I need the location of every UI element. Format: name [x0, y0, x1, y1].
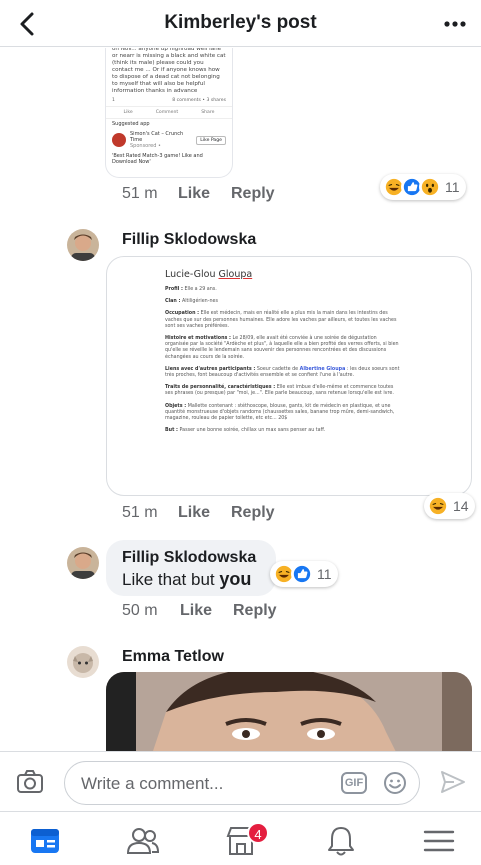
- send-icon[interactable]: [440, 770, 466, 794]
- friends-icon[interactable]: [126, 824, 160, 858]
- comment-like-button[interactable]: Like: [178, 185, 210, 203]
- avatar[interactable]: [67, 229, 99, 261]
- suggested-game: Simon's Cat – Crunch Time Sponsored • Li…: [106, 129, 232, 151]
- game-description: 'Best Rated Match-3 game! Like and Downl…: [112, 153, 203, 165]
- top-bar: Kimberley's post: [0, 0, 481, 47]
- shared-post-image[interactable]: an old lurcher who was looking for home …: [105, 48, 233, 178]
- shared-post-stats: 1 8 comments • 3 shares: [106, 98, 232, 103]
- comment-author[interactable]: Fillip Sklodowska: [122, 549, 256, 567]
- reaction-count: 14: [453, 498, 469, 514]
- comment-reply-button[interactable]: Reply: [233, 602, 277, 620]
- menu-icon[interactable]: [422, 824, 456, 858]
- comment-like-button[interactable]: Like: [180, 602, 212, 620]
- comment-bubble[interactable]: Fillip Sklodowska Like that but you: [106, 540, 276, 596]
- more-options-icon[interactable]: [441, 10, 469, 38]
- news-feed-icon[interactable]: [28, 824, 62, 858]
- game-logo: [112, 133, 126, 147]
- gif-frame: [106, 672, 472, 751]
- document-image[interactable]: Lucie-Glou Gloupa Profil : Elle a 29 ans…: [106, 256, 472, 496]
- comment-text: Like that but you: [122, 569, 252, 589]
- avatar[interactable]: [67, 547, 99, 579]
- document-title-last: Gloupa: [218, 269, 253, 280]
- comment-time: 51 m: [122, 185, 158, 202]
- comment-input[interactable]: Write a comment... GIF: [64, 761, 420, 805]
- suggested-app-label: Suggested app: [112, 121, 150, 127]
- page-title: Kimberley's post: [164, 12, 317, 33]
- comment-reactions[interactable]: 11: [270, 561, 338, 587]
- comment-author[interactable]: Emma Tetlow: [122, 648, 224, 666]
- comment-composer: Write a comment... GIF: [0, 751, 481, 811]
- comment-reactions[interactable]: 14: [424, 493, 475, 519]
- comment-input-placeholder: Write a comment...: [81, 774, 224, 793]
- comment-reply-button[interactable]: Reply: [231, 504, 275, 522]
- game-like-page-button: Like Page: [196, 135, 226, 145]
- shared-post-text: an old lurcher who was looking for home …: [112, 48, 226, 94]
- notifications-bell-icon[interactable]: [324, 824, 358, 858]
- comment-time: 50 m: [122, 602, 158, 619]
- comment-reply-button[interactable]: Reply: [231, 185, 275, 203]
- like-reaction-icon: [291, 563, 313, 585]
- comment-like-button[interactable]: Like: [178, 504, 210, 522]
- shared-post-actions: Like Comment Share: [106, 106, 232, 119]
- shared-post-comment: Comment: [155, 110, 179, 115]
- document-title: Lucie-Glou Gloupa: [165, 269, 252, 280]
- document-body: Profil : Elle a 29 ans. Clan : Altiligér…: [165, 287, 400, 434]
- avatar[interactable]: [67, 646, 99, 678]
- emoji-icon[interactable]: [383, 771, 407, 795]
- haha-reaction-icon: [427, 495, 449, 517]
- notification-badge: 4: [247, 822, 269, 844]
- shared-post-reaction-count: 1: [112, 98, 115, 103]
- shared-post-comments-shares: 8 comments • 3 shares: [172, 98, 226, 103]
- wow-reaction-icon: [419, 176, 441, 198]
- comment-author[interactable]: Fillip Sklodowska: [122, 231, 256, 249]
- comment-gif-image[interactable]: [106, 672, 472, 751]
- comment-reactions[interactable]: 11: [380, 174, 466, 200]
- shared-post-like: Like: [123, 110, 133, 115]
- game-name: Simon's Cat – Crunch Time: [130, 131, 184, 143]
- comment-time: 51 m: [122, 504, 158, 521]
- camera-icon[interactable]: [16, 769, 44, 795]
- gif-button[interactable]: GIF: [341, 772, 367, 794]
- comments-list[interactable]: an old lurcher who was looking for home …: [0, 48, 481, 751]
- document-title-first: Lucie-Glou: [165, 269, 216, 280]
- reaction-count: 11: [317, 566, 332, 582]
- game-sponsored: Sponsored •: [130, 143, 161, 149]
- reaction-count: 11: [445, 179, 460, 195]
- bottom-tab-bar: 4: [0, 811, 481, 865]
- shared-post-share: Share: [201, 110, 215, 115]
